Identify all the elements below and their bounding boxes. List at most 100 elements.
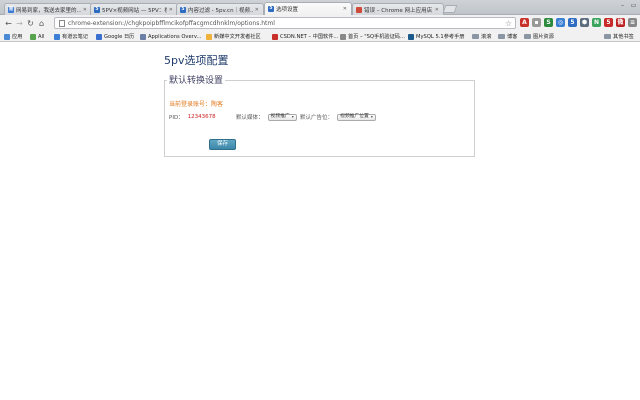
browser-toolbar: ← → ↻ ⌂ chrome-extension://chgkpoipbfflm… xyxy=(0,15,640,31)
folder-icon xyxy=(472,34,479,39)
bookmark-item[interactable]: 有道云笔记 xyxy=(54,32,88,41)
other-bookmarks[interactable]: 其他书签 xyxy=(604,32,634,41)
close-icon[interactable]: ✕ xyxy=(83,7,87,13)
close-icon[interactable]: ✕ xyxy=(343,6,347,12)
close-icon[interactable]: ✕ xyxy=(435,7,439,13)
close-icon[interactable]: ✕ xyxy=(255,7,259,13)
window-controls: – ▭ xyxy=(618,2,638,9)
pid-label: PID： xyxy=(169,115,184,121)
back-arrow-icon[interactable]: ← xyxy=(3,18,14,29)
tab-5[interactable]: 错误 – Chrome 网上应用店 ✕ xyxy=(352,3,444,15)
folder-icon xyxy=(524,34,531,39)
bookmark-label: 应用 xyxy=(12,34,23,40)
bookmark-label: Applications Overv... xyxy=(148,33,202,40)
extension-icon[interactable]: 5 xyxy=(568,18,577,27)
extension-icon[interactable]: 微 xyxy=(616,18,625,27)
bookmark-item[interactable]: CSDN.NET – 中国软件... xyxy=(272,32,338,41)
extension-icon[interactable]: ⬢ xyxy=(580,18,589,27)
reload-icon[interactable]: ↻ xyxy=(25,18,36,29)
address-bar[interactable]: chrome-extension://chgkpoipbfflmcikofpff… xyxy=(54,17,516,29)
page-icon xyxy=(59,19,65,27)
extension-icon[interactable]: A xyxy=(520,18,529,27)
tab-strip: 易 网易到家，我送去家里的... ✕ 5 5PV×视频网站 — 5PV：视频..… xyxy=(0,0,640,15)
bookmark-item[interactable]: 首页 – "SQ手机验证码... xyxy=(340,32,405,41)
position-select[interactable]: 视频推广位置 ▾ xyxy=(337,113,376,121)
extension-icon[interactable]: N xyxy=(592,18,601,27)
forward-arrow-icon[interactable]: → xyxy=(14,18,25,29)
bookmark-icon xyxy=(54,33,60,40)
bookmark-item[interactable]: MySQL 5.1参考手册 xyxy=(408,32,464,41)
bookmark-icon xyxy=(206,33,212,40)
account-info: 当前登录账号：陶客 xyxy=(169,101,224,108)
bookmark-folder[interactable]: 滚滚 xyxy=(472,32,491,41)
bookmarks-bar: 应用 All 有道云笔记 Google 日历 Applications Over… xyxy=(0,31,640,42)
tab-favicon: 5 xyxy=(268,6,274,12)
bookmark-label: 首页 – "SQ手机验证码... xyxy=(348,34,405,40)
format-select[interactable]: 视频推广 ▾ xyxy=(267,113,297,121)
bookmark-icon xyxy=(140,33,146,40)
bookmark-label: Google 日历 xyxy=(104,34,135,40)
url-text[interactable]: chrome-extension://chgkpoipbfflmcikofpff… xyxy=(68,20,505,27)
tab-favicon: 5 xyxy=(94,6,100,13)
position-row: 默认广告位： 视频推广位置 ▾ xyxy=(300,113,376,121)
save-button[interactable]: 保存 xyxy=(209,139,236,150)
tab-title: 选项设置 xyxy=(276,7,299,13)
tab-favicon xyxy=(356,6,362,13)
bookmark-item[interactable]: 应用 xyxy=(4,32,22,41)
tab-favicon: 5 xyxy=(180,6,186,13)
bookmark-icon xyxy=(30,33,36,40)
position-select-value: 视频推广位置 xyxy=(340,114,369,119)
format-select-value: 视频推广 xyxy=(270,114,290,119)
tab-4-active[interactable]: 5 选项设置 ✕ xyxy=(264,2,352,15)
bookmark-label: 博客 xyxy=(507,34,518,40)
minimize-icon[interactable]: – xyxy=(618,2,627,9)
maximize-icon[interactable]: ▭ xyxy=(629,2,638,9)
home-icon[interactable]: ⌂ xyxy=(36,18,47,29)
tab-title: 网易到家，我送去家里的... xyxy=(16,7,81,14)
fieldset-legend: 默认转换设置 xyxy=(167,73,226,86)
apps-icon xyxy=(4,33,10,40)
menu-icon[interactable]: ≡ xyxy=(628,18,637,27)
bookmark-icon xyxy=(340,33,346,40)
bookmark-label: 新媒中文开发者社区 xyxy=(214,34,261,40)
bookmark-label: 其他书签 xyxy=(613,34,634,40)
pid-row: PID： 12343678 xyxy=(169,113,216,121)
bookmark-label: 滚滚 xyxy=(481,34,492,40)
bookmark-item[interactable]: Applications Overv... xyxy=(140,32,201,41)
bookmark-icon xyxy=(96,33,102,40)
format-row: 默认媒体： 视频推广 ▾ xyxy=(236,113,297,121)
bookmark-folder[interactable]: 图片资源 xyxy=(524,32,554,41)
tab-title: 错误 – Chrome 网上应用店 xyxy=(364,7,433,14)
tab-title: 内容过滤 - 5pv.cn｜视频... xyxy=(188,7,253,14)
extension-icon[interactable]: ▪ xyxy=(532,18,541,27)
bookmark-label: 图片资源 xyxy=(533,34,554,40)
extension-icon[interactable]: S xyxy=(544,18,553,27)
bookmark-icon xyxy=(272,33,278,40)
close-icon[interactable]: ✕ xyxy=(169,7,173,13)
select-arrow-icon: ▾ xyxy=(291,114,294,119)
extension-icon[interactable]: 5 xyxy=(604,18,613,27)
bookmark-folder[interactable]: 博客 xyxy=(498,32,517,41)
tab-title: 5PV×视频网站 — 5PV：视频... xyxy=(102,7,167,14)
bookmark-item[interactable]: All xyxy=(30,32,44,41)
bookmark-label: CSDN.NET – 中国软件... xyxy=(280,34,339,40)
folder-icon xyxy=(604,34,611,39)
tab-2[interactable]: 5 5PV×视频网站 — 5PV：视频... ✕ xyxy=(90,3,178,15)
bookmark-label: 有道云笔记 xyxy=(62,34,88,40)
bookmark-label: MySQL 5.1参考手册 xyxy=(416,34,465,40)
tab-3[interactable]: 5 内容过滤 - 5pv.cn｜视频... ✕ xyxy=(176,3,264,15)
extension-icon[interactable]: ◎ xyxy=(556,18,565,27)
pid-value: 12343678 xyxy=(187,114,216,120)
new-tab-button[interactable] xyxy=(442,5,458,13)
select-arrow-icon: ▾ xyxy=(370,114,373,119)
format-label: 默认媒体： xyxy=(236,115,264,121)
bookmark-icon xyxy=(408,33,414,40)
bookmark-item[interactable]: 新媒中文开发者社区 xyxy=(206,32,261,41)
bookmark-star-icon[interactable]: ☆ xyxy=(505,19,515,28)
tab-favicon: 易 xyxy=(8,6,14,13)
folder-icon xyxy=(498,34,505,39)
bookmark-label: All xyxy=(38,33,45,40)
bookmark-item[interactable]: Google 日历 xyxy=(96,32,134,41)
position-label: 默认广告位： xyxy=(300,115,334,121)
tab-1[interactable]: 易 网易到家，我送去家里的... ✕ xyxy=(4,3,92,15)
